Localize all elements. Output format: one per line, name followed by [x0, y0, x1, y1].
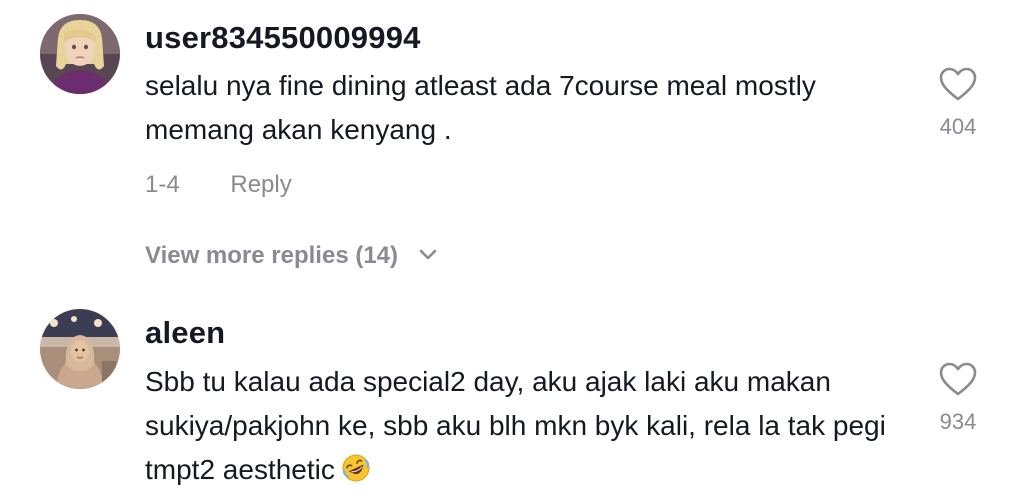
view-more-replies-button[interactable]: View more replies (14) — [145, 242, 437, 270]
avatar-girl-photo-icon — [40, 14, 120, 94]
like-button[interactable]: 934 — [928, 361, 988, 435]
heart-outline-icon — [939, 67, 977, 101]
view-more-replies-label: View more replies (14) — [145, 242, 399, 269]
comment-username[interactable]: user834550009994 — [145, 20, 421, 56]
like-count: 404 — [939, 114, 977, 139]
comment-meta: 1-4 Reply — [145, 171, 292, 199]
comment-username[interactable]: aleen — [145, 315, 225, 351]
rolling-on-floor-laughing-emoji-icon — [342, 454, 370, 482]
comment-date: 1-4 — [145, 171, 180, 198]
comment-text: selalu nya fine dining atleast ada 7cour… — [145, 70, 816, 145]
comment-text: Sbb tu kalau ada special2 day, aku ajak … — [145, 360, 915, 492]
avatar[interactable] — [40, 309, 120, 389]
like-button[interactable]: 404 — [928, 66, 988, 140]
comment-text-content: Sbb tu kalau ada special2 day, aku ajak … — [145, 366, 886, 485]
heart-outline-icon — [939, 362, 977, 396]
avatar[interactable] — [40, 14, 120, 94]
avatar-woman-hijab-photo-icon — [40, 309, 120, 389]
like-count: 934 — [939, 409, 977, 434]
chevron-down-icon — [419, 249, 436, 259]
reply-button[interactable]: Reply — [230, 171, 291, 198]
